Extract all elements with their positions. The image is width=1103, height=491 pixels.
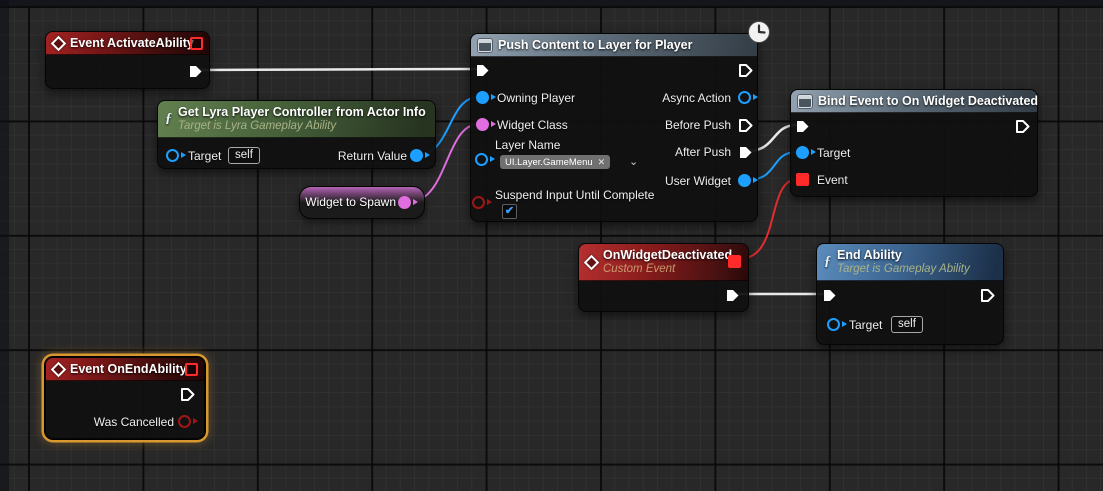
- gameplay-tag-value: UI.Layer.GameMenu: [505, 157, 593, 168]
- node-subtitle: Target is Gameplay Ability: [837, 263, 970, 277]
- node-get-lyra-player-controller[interactable]: ƒ Get Lyra Player Controller from Actor …: [157, 100, 436, 169]
- was-cancelled-label: Was Cancelled: [94, 415, 174, 429]
- widget-icon: [798, 95, 812, 108]
- viewport-top-edge: [0, 0, 1103, 6]
- event-diamond-icon: [584, 254, 600, 270]
- function-icon: ƒ: [165, 111, 172, 127]
- event-delegate-pin[interactable]: [796, 173, 809, 186]
- async-action-pin[interactable]: [738, 91, 751, 104]
- after-push-pin[interactable]: [738, 145, 753, 160]
- node-bind-event[interactable]: Bind Event to On Widget Deactivated Targ…: [790, 89, 1038, 197]
- node-end-ability[interactable]: ƒ End Ability Target is Gameplay Ability…: [816, 243, 1004, 345]
- widget-to-spawn-pin[interactable]: [398, 196, 411, 209]
- return-value-pin[interactable]: [410, 149, 423, 162]
- node-event-activate-ability[interactable]: Event ActivateAbility: [45, 31, 210, 89]
- suspend-input-label: Suspend Input Until Complete: [495, 188, 654, 202]
- exec-in-pin[interactable]: [475, 63, 490, 78]
- target-label: Target: [849, 318, 882, 332]
- tag-clear-icon[interactable]: ✕: [598, 157, 606, 168]
- exec-out-pin[interactable]: [725, 288, 740, 303]
- async-clock-icon: [747, 20, 771, 44]
- target-pin[interactable]: [796, 146, 809, 159]
- node-title: Event OnEndAbility: [70, 362, 187, 376]
- return-value-label: Return Value: [338, 149, 407, 163]
- exec-out-pin[interactable]: [188, 64, 203, 79]
- event-label: Event: [817, 173, 848, 187]
- node-title: Bind Event to On Widget Deactivated: [818, 94, 1038, 108]
- async-action-label: Async Action: [662, 91, 731, 105]
- exec-then-pin[interactable]: [738, 63, 753, 78]
- blueprint-canvas[interactable]: { "graph": { "nodes": { "eventActivate":…: [0, 0, 1103, 491]
- exec-out-pin[interactable]: [180, 387, 195, 402]
- owning-player-pin[interactable]: [476, 91, 489, 104]
- suspend-input-checkbox[interactable]: ✔: [502, 204, 517, 219]
- exec-in-pin[interactable]: [822, 288, 837, 303]
- owning-player-label: Owning Player: [497, 91, 575, 105]
- before-push-pin[interactable]: [738, 118, 753, 133]
- node-subtitle: Custom Event: [603, 263, 732, 277]
- widget-icon: [478, 39, 492, 52]
- node-event-on-end-ability[interactable]: Event OnEndAbility Was Cancelled: [45, 357, 205, 439]
- delegate-pin[interactable]: [190, 37, 203, 50]
- function-icon: ƒ: [824, 254, 831, 270]
- was-cancelled-pin[interactable]: [178, 415, 191, 428]
- delegate-out-pin[interactable]: [728, 255, 741, 268]
- user-widget-pin[interactable]: [738, 174, 751, 187]
- target-pin[interactable]: [827, 318, 840, 331]
- tag-dropdown-chevron-icon[interactable]: ⌄: [629, 157, 638, 168]
- target-value-input[interactable]: self: [228, 147, 260, 164]
- node-subtitle: Target is Lyra Gameplay Ability: [178, 120, 426, 134]
- event-diamond-icon: [51, 361, 67, 377]
- before-push-label: Before Push: [665, 118, 731, 132]
- node-title: Push Content to Layer for Player: [498, 38, 692, 52]
- node-title: Get Lyra Player Controller from Actor In…: [178, 105, 426, 120]
- node-title: Event ActivateAbility: [70, 36, 194, 50]
- exec-in-pin[interactable]: [795, 119, 810, 134]
- event-diamond-icon: [51, 35, 67, 51]
- exec-then-pin[interactable]: [1015, 119, 1030, 134]
- wire-exec-activate-to-push[interactable]: [196, 69, 477, 70]
- target-pin[interactable]: [166, 149, 179, 162]
- node-title: End Ability: [837, 248, 970, 263]
- variable-label: Widget to Spawn: [305, 195, 396, 209]
- widget-class-pin[interactable]: [476, 118, 489, 131]
- layer-name-label: Layer Name: [495, 138, 560, 152]
- exec-then-pin[interactable]: [980, 288, 995, 303]
- node-push-content-to-layer[interactable]: Push Content to Layer for Player Owning …: [470, 33, 758, 222]
- node-title: OnWidgetDeactivated: [603, 248, 732, 263]
- suspend-input-pin[interactable]: [472, 196, 485, 209]
- node-on-widget-deactivated[interactable]: OnWidgetDeactivated Custom Event: [578, 243, 749, 312]
- node-widget-to-spawn[interactable]: Widget to Spawn: [299, 186, 425, 219]
- target-pin-label: Target: [188, 149, 221, 163]
- after-push-label: After Push: [675, 145, 731, 159]
- viewport-left-edge: [0, 0, 9, 491]
- user-widget-label: User Widget: [665, 174, 731, 188]
- target-label: Target: [817, 146, 850, 160]
- target-value-input[interactable]: self: [891, 316, 923, 333]
- gameplay-tag-chip[interactable]: UI.Layer.GameMenu ✕: [500, 155, 610, 169]
- widget-class-label: Widget Class: [497, 118, 568, 132]
- layer-name-pin[interactable]: [475, 153, 488, 166]
- delegate-pin[interactable]: [185, 363, 198, 376]
